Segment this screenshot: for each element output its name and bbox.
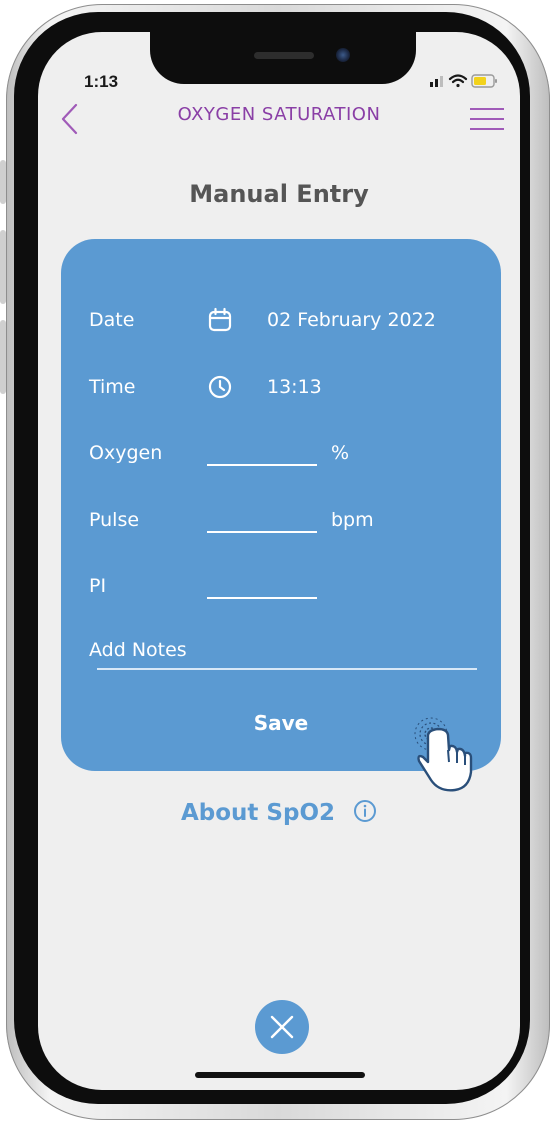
oxygen-unit: %: [331, 442, 350, 464]
date-value[interactable]: 02 February 2022: [267, 309, 436, 331]
status-time: 1:13: [84, 72, 119, 91]
date-label: Date: [89, 309, 135, 331]
tap-hand-icon: [414, 717, 473, 792]
status-icons: [430, 74, 497, 88]
info-icon[interactable]: [353, 799, 377, 823]
notch: [150, 32, 416, 84]
pulse-unit: bpm: [331, 509, 374, 531]
battery-icon: [471, 74, 497, 88]
oxygen-label: Oxygen: [89, 442, 163, 464]
volume-up-button: [0, 230, 6, 304]
signal-icon: [430, 76, 443, 87]
wifi-icon: [448, 74, 468, 88]
time-label: Time: [89, 376, 136, 398]
close-button[interactable]: [255, 1000, 309, 1054]
entry-form-card: Date 02 February 2022 Time 13:13 Oxygen …: [61, 239, 501, 792]
oxygen-input[interactable]: [207, 440, 317, 466]
close-icon: [270, 1015, 294, 1039]
pulse-label: Pulse: [89, 509, 140, 531]
page-title: Manual Entry: [189, 180, 369, 208]
notes-label: Add Notes: [89, 639, 187, 661]
front-camera: [336, 48, 350, 62]
header-title: OXYGEN SATURATION: [177, 104, 381, 125]
mute-switch: [0, 160, 6, 204]
app-screen: 1:13 OXYGEN SATURATION Manual Entry Date: [38, 32, 520, 1090]
about-spo2: About SpO2: [38, 799, 520, 826]
clock-icon: [208, 375, 232, 399]
notes-input[interactable]: [97, 668, 477, 670]
time-value[interactable]: 13:13: [267, 376, 322, 398]
pi-input[interactable]: [207, 573, 317, 599]
home-indicator[interactable]: [195, 1072, 365, 1078]
volume-down-button: [0, 320, 6, 394]
pulse-input[interactable]: [207, 507, 317, 533]
speaker-grille: [254, 52, 314, 59]
about-spo2-link[interactable]: About SpO2: [181, 800, 335, 826]
calendar-icon: [208, 307, 232, 332]
pi-label: PI: [89, 575, 107, 597]
hamburger-menu-icon[interactable]: [470, 106, 504, 132]
